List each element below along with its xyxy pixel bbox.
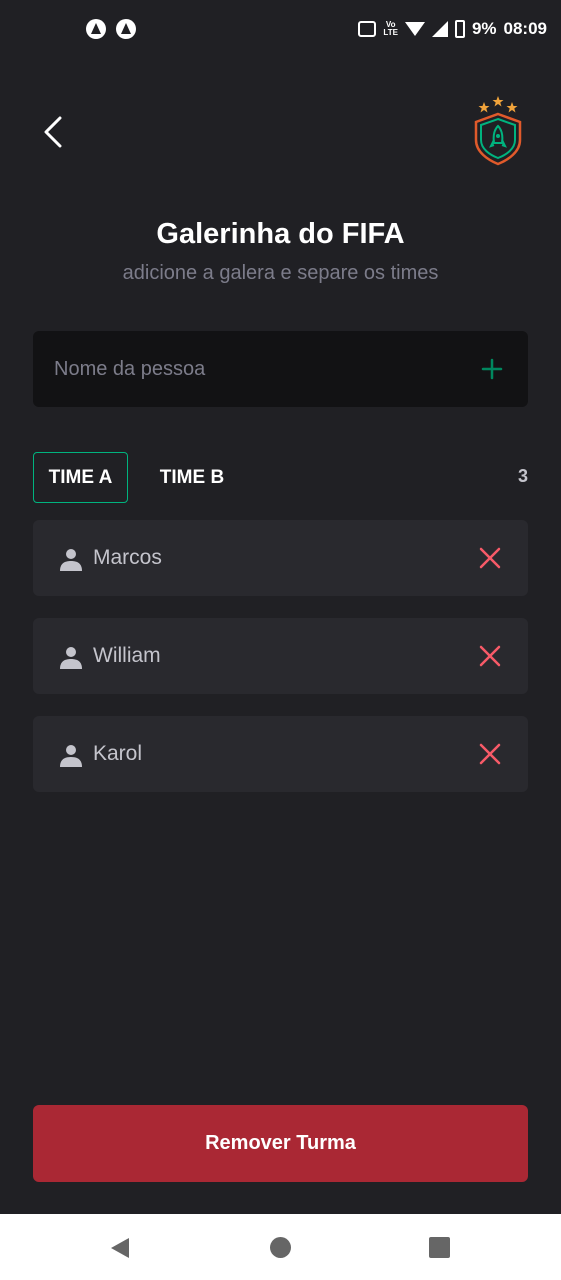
- person-name-input[interactable]: [33, 331, 463, 407]
- nav-home-icon[interactable]: [270, 1237, 291, 1258]
- close-icon[interactable]: [478, 742, 502, 766]
- person-icon: [60, 647, 82, 669]
- player-name: Karol: [93, 742, 143, 765]
- notification-app-icon: [86, 19, 106, 39]
- person-icon: [60, 745, 82, 767]
- plus-icon: [481, 358, 503, 380]
- player-name: Marcos: [93, 546, 162, 569]
- close-icon[interactable]: [478, 546, 502, 570]
- nav-recents-icon[interactable]: [429, 1237, 450, 1258]
- person-icon: [60, 549, 82, 571]
- tab-time-b[interactable]: TIME B: [147, 452, 237, 503]
- back-button[interactable]: [36, 110, 76, 154]
- vibrate-icon: [358, 21, 377, 37]
- signal-icon: [431, 21, 448, 37]
- app-logo: [470, 96, 526, 166]
- status-bar: Vo LTE 9% 08:09: [0, 0, 561, 62]
- player-name: William: [93, 644, 161, 667]
- lte-label: LTE: [383, 28, 398, 37]
- status-indicators: Vo LTE 9% 08:09: [358, 19, 547, 39]
- team-tabs: TIME A TIME B 3: [33, 452, 528, 503]
- battery-icon: [454, 20, 465, 38]
- page-subtitle: adicione a galera e separe os times: [122, 262, 439, 284]
- rocket-shield-logo: [474, 96, 522, 166]
- player-count: 3: [517, 466, 528, 486]
- add-person-button[interactable]: [474, 351, 510, 387]
- volte-icon: Vo LTE: [383, 21, 398, 37]
- add-person-form: [33, 331, 528, 407]
- battery-level: 9%: [471, 19, 497, 38]
- status-notifications: [86, 19, 136, 39]
- tab-time-a[interactable]: TIME A: [33, 452, 128, 503]
- player-card: Marcos: [33, 520, 528, 596]
- chevron-left-icon: [44, 116, 62, 148]
- app-screen: Vo LTE 9% 08:09 Galerinha do FIFA adicio…: [0, 0, 561, 1280]
- remove-group-button[interactable]: Remover Turma: [33, 1105, 528, 1182]
- player-card: Karol: [33, 716, 528, 792]
- wifi-icon: [404, 22, 425, 36]
- system-nav-bar: [0, 1214, 561, 1280]
- notification-app-icon: [116, 19, 136, 39]
- nav-back-icon[interactable]: [108, 1236, 132, 1260]
- player-card: William: [33, 618, 528, 694]
- page-title: Galerinha do FIFA: [156, 218, 405, 250]
- close-icon[interactable]: [478, 644, 502, 668]
- clock: 08:09: [503, 19, 547, 38]
